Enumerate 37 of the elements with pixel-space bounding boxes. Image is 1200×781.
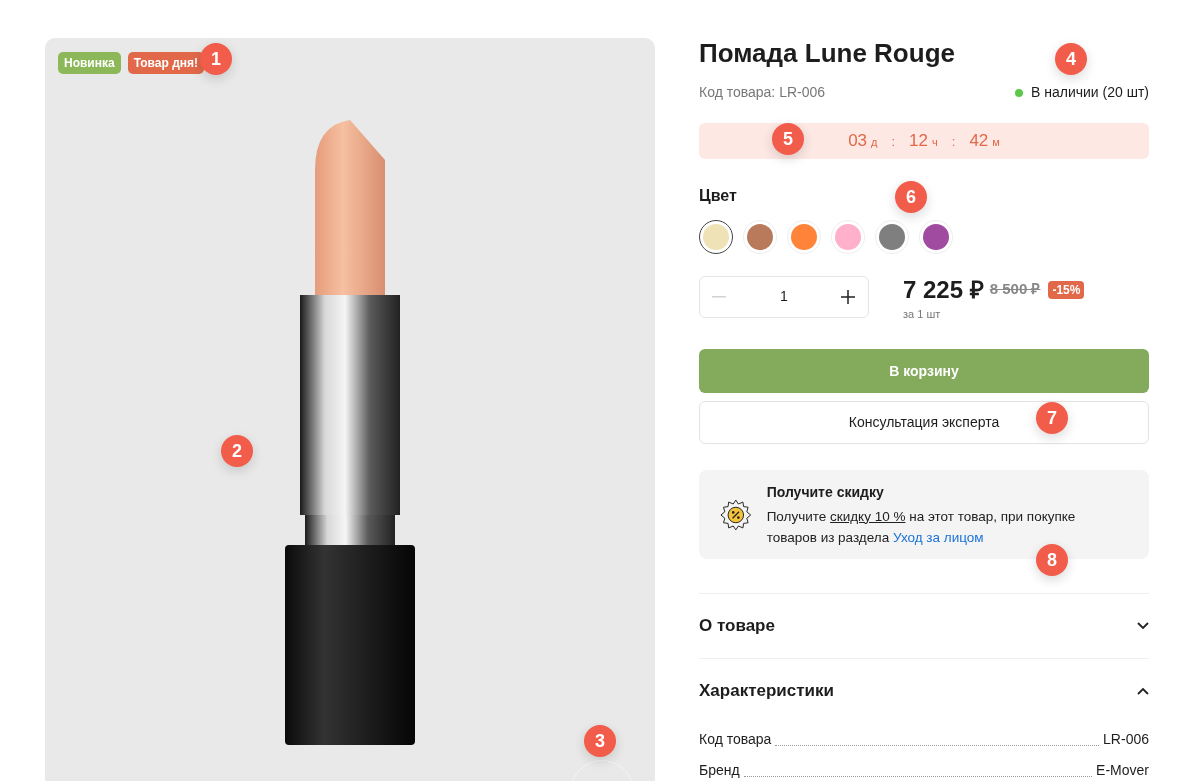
timer-unit: ч bbox=[932, 135, 938, 150]
spec-value: E-Mover bbox=[1096, 761, 1149, 780]
chevron-up-icon bbox=[1137, 687, 1149, 695]
product-badge: Новинка bbox=[58, 52, 121, 74]
timer-separator: : bbox=[951, 133, 956, 151]
plus-button[interactable] bbox=[840, 288, 856, 305]
timer-separator: : bbox=[891, 133, 896, 151]
chevron-down-icon bbox=[1137, 622, 1149, 630]
timer-value: 12 bbox=[909, 130, 928, 152]
minus-icon bbox=[712, 295, 726, 298]
promo-title: Получите скидку bbox=[766, 482, 885, 502]
color-label: Цвет bbox=[699, 185, 737, 206]
product-badge: Товар дня! bbox=[127, 52, 204, 74]
plus-icon bbox=[841, 289, 855, 304]
timer-unit: д bbox=[871, 135, 878, 150]
timer-unit: м bbox=[992, 135, 1000, 150]
spec-name: Бренд bbox=[699, 761, 740, 780]
callout-marker: 7 bbox=[1036, 402, 1068, 434]
accordion-header[interactable]: Характеристики bbox=[699, 659, 1149, 723]
spec-name: Код товара bbox=[699, 730, 772, 749]
callout-marker: 6 bbox=[895, 181, 927, 213]
timer-value: 03 bbox=[848, 130, 868, 152]
quantity-value: 1 bbox=[780, 287, 788, 307]
callout-marker: 8 bbox=[1036, 544, 1068, 576]
product-code: Код товара: LR-006 bbox=[699, 83, 826, 102]
spec-value: LR-006 bbox=[1103, 730, 1149, 749]
discount-badge: -15% bbox=[1048, 280, 1085, 299]
category-link[interactable]: Уход за лицом bbox=[892, 529, 984, 545]
price-unit: за 1 шт bbox=[903, 306, 942, 322]
timer-value: 42 bbox=[969, 130, 989, 152]
current-price: 7 225 ₽ bbox=[903, 275, 984, 304]
stock-status: В наличии (20 шт) bbox=[1031, 83, 1149, 102]
old-price: 8 500 ₽ bbox=[989, 279, 1041, 300]
callout-marker: 4 bbox=[1055, 43, 1087, 75]
product-title: Помада Lune Rouge bbox=[699, 38, 955, 68]
accordion-header[interactable]: О товаре bbox=[699, 594, 1149, 658]
promo-text: Получите скидку 10 % на этот товар, при покупке товаров из раздела Уход за лицом bbox=[766, 507, 1077, 547]
